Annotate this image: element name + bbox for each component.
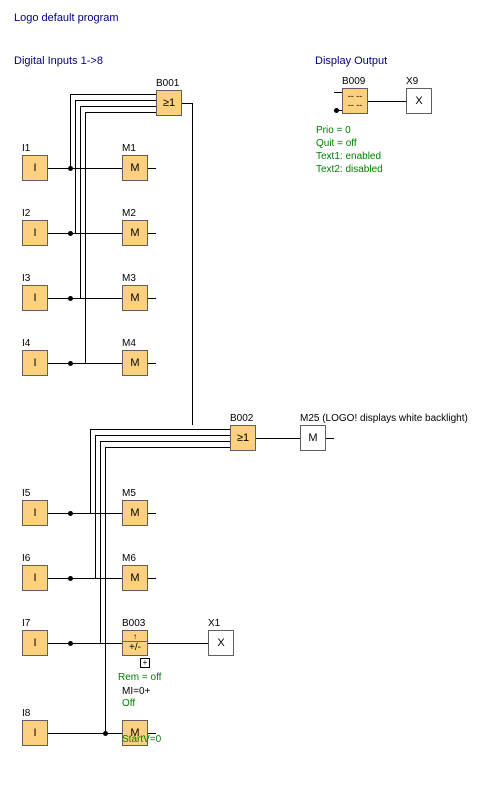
- b003-mi: MI=0+: [122, 686, 150, 697]
- m4-block[interactable]: M: [122, 350, 148, 376]
- m2-block[interactable]: M: [122, 220, 148, 246]
- b009-block[interactable]: -- -- -- --: [342, 88, 368, 114]
- m1-block[interactable]: M: [122, 155, 148, 181]
- m25-label: M25 (LOGO! displays white backlight): [300, 413, 468, 424]
- b003-block[interactable]: ↑ +/-: [122, 630, 148, 656]
- m4-label: M4: [122, 338, 136, 349]
- b009-text1: Text1: enabled: [316, 151, 381, 162]
- m1-label: M1: [122, 143, 136, 154]
- b001-label: B001: [156, 78, 179, 89]
- page-title: Logo default program: [14, 12, 119, 24]
- b003-rem: Rem = off: [118, 672, 161, 683]
- i7-block[interactable]: I: [22, 630, 48, 656]
- b001-block[interactable]: ≥1: [156, 90, 182, 116]
- i8-label: I8: [22, 708, 30, 719]
- x9-label: X9: [406, 76, 418, 87]
- i1-label: I1: [22, 143, 30, 154]
- b009-input-dot: [334, 108, 339, 113]
- x1-label: X1: [208, 618, 220, 629]
- m5-label: M5: [122, 488, 136, 499]
- b002-label: B002: [230, 413, 253, 424]
- b003-off: Off: [122, 698, 135, 709]
- m5-block[interactable]: M: [122, 500, 148, 526]
- i2-label: I2: [22, 208, 30, 219]
- m3-label: M3: [122, 273, 136, 284]
- i6-label: I6: [22, 553, 30, 564]
- expand-icon[interactable]: +: [140, 658, 150, 668]
- b009-prio: Prio = 0: [316, 125, 351, 136]
- i2-block[interactable]: I: [22, 220, 48, 246]
- b002-block[interactable]: ≥1: [230, 425, 256, 451]
- section-left-title: Digital Inputs 1->8: [14, 55, 103, 67]
- i1-block[interactable]: I: [22, 155, 48, 181]
- m3-block[interactable]: M: [122, 285, 148, 311]
- x9-block[interactable]: X: [406, 88, 432, 114]
- i4-block[interactable]: I: [22, 350, 48, 376]
- i7-label: I7: [22, 618, 30, 629]
- section-right-title: Display Output: [315, 55, 387, 67]
- x1-block[interactable]: X: [208, 630, 234, 656]
- m2-label: M2: [122, 208, 136, 219]
- i8-block[interactable]: I: [22, 720, 48, 746]
- m6-block[interactable]: M: [122, 565, 148, 591]
- i3-block[interactable]: I: [22, 285, 48, 311]
- i5-block[interactable]: I: [22, 500, 48, 526]
- i6-block[interactable]: I: [22, 565, 48, 591]
- b009-label: B009: [342, 76, 365, 87]
- i4-label: I4: [22, 338, 30, 349]
- b009-text2: Text2: disabled: [316, 164, 383, 175]
- b003-startv: StartV=0: [122, 734, 161, 745]
- b009-quit: Quit = off: [316, 138, 357, 149]
- i3-label: I3: [22, 273, 30, 284]
- b003-label: B003: [122, 618, 145, 629]
- m25-block[interactable]: M: [300, 425, 326, 451]
- i5-label: I5: [22, 488, 30, 499]
- m6-label: M6: [122, 553, 136, 564]
